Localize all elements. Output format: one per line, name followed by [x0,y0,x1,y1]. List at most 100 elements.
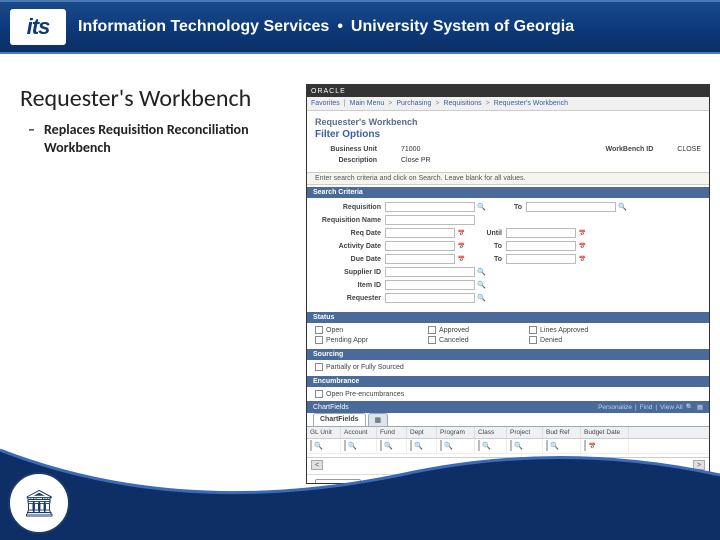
denied-checkbox[interactable] [529,336,537,344]
budget-date-input[interactable] [584,440,586,451]
requisition-name-input[interactable] [385,215,475,225]
budref-input[interactable] [546,440,548,451]
requester-input[interactable] [385,293,475,303]
to-label: To [474,243,506,250]
fund-input[interactable] [380,440,382,451]
slide-bullet: Replaces Requisition Reconciliation Work… [20,121,290,157]
project-input[interactable] [510,440,512,451]
lookup-icon[interactable]: 🔍 [444,442,453,451]
requisition-name-label: Requisition Name [315,217,385,224]
account-input[interactable] [344,440,346,451]
item-id-input[interactable] [385,280,475,290]
open-preencumbrances-checkbox[interactable] [315,390,323,398]
lookup-icon[interactable]: 🔍 [384,442,393,451]
req-date-input[interactable] [385,228,455,238]
calendar-icon[interactable]: 📅 [588,442,597,451]
lookup-icon[interactable]: 🔍 [482,442,491,451]
supplier-id-label: Supplier ID [315,269,385,276]
gl-unit-input[interactable] [310,440,312,451]
viewall-link[interactable]: View All [660,404,683,411]
due-date-to-input[interactable] [506,254,576,264]
to-label: To [494,204,526,211]
canceled-label: Canceled [439,337,469,344]
item-id-label: Item ID [315,282,385,289]
pending-appr-checkbox[interactable] [315,336,323,344]
req-date-until-input[interactable] [506,228,576,238]
calendar-icon[interactable]: 📅 [457,229,466,238]
chartfields-header: ChartFields [313,404,349,411]
breadcrumb[interactable]: Favorites | Main Menu > Purchasing > Req… [307,97,709,111]
partially-sourced-checkbox[interactable] [315,363,323,371]
calendar-icon[interactable]: 📅 [578,229,587,238]
calendar-icon[interactable]: 📅 [578,242,587,251]
canceled-checkbox[interactable] [428,336,436,344]
search-hint: Enter search criteria and click on Searc… [307,172,709,185]
pending-appr-label: Pending Appr [326,337,368,344]
search-criteria-header: Search Criteria [307,187,709,198]
status-header: Status [307,312,709,323]
slide-header: its Information Technology Services•Univ… [0,0,720,54]
search-button[interactable]: Search [315,479,361,484]
lookup-icon[interactable]: 🔍 [414,442,423,451]
building-icon: 🏛 [22,488,55,519]
activity-date-input[interactable] [385,241,455,251]
open-label: Open [326,327,343,334]
activity-date-label: Activity Date [315,243,385,250]
lookup-icon[interactable]: 🔍 [550,442,559,451]
lookup-icon[interactable]: 🔍 [477,281,486,290]
requester-label: Requester [315,295,385,302]
page-title: Requester's Workbench [315,117,701,127]
zoom-icon[interactable]: 🔍 [686,403,694,411]
dept-input[interactable] [410,440,412,451]
calendar-icon[interactable]: 📅 [578,255,587,264]
tab-chartfields[interactable]: ChartFields [313,413,366,426]
workbench-id-value: CLOSE [677,146,701,153]
lookup-icon[interactable]: 🔍 [514,442,523,451]
workbench-id-label: WorkBench ID [606,146,654,153]
lookup-icon[interactable]: 🔍 [477,268,486,277]
breadcrumb-workbench[interactable]: Requester's Workbench [494,100,568,107]
open-checkbox[interactable] [315,326,323,334]
requisition-input[interactable] [385,202,475,212]
breadcrumb-favorites[interactable]: Favorites [311,100,340,107]
calendar-icon[interactable]: 📅 [457,242,466,251]
encumbrance-header: Encumbrance [307,376,709,387]
scroll-right-button[interactable]: > [693,460,705,470]
description-value: Close PR [401,157,431,164]
lookup-icon[interactable]: 🔍 [348,442,357,451]
chartfields-column-headers: GL Unit Account Fund Dept Program Class … [307,427,709,439]
req-date-label: Req Date [315,230,385,237]
personalize-link[interactable]: Personalize [598,404,632,411]
oracle-brand-bar: ORACLE [307,85,709,97]
lookup-icon[interactable]: 🔍 [618,203,627,212]
breadcrumb-mainmenu[interactable]: Main Menu [350,100,385,107]
tab-more[interactable]: ▦ [368,413,389,426]
header-title: Information Technology Services•Universi… [78,18,574,36]
calendar-icon[interactable]: 📅 [457,255,466,264]
activity-date-to-input[interactable] [506,241,576,251]
lines-approved-checkbox[interactable] [529,326,537,334]
lines-approved-label: Lines Approved [540,327,588,334]
return-link[interactable]: Return to Requester's Workbench [381,482,494,484]
requisition-to-input[interactable] [526,202,616,212]
lookup-icon[interactable]: 🔍 [477,294,486,303]
due-date-label: Due Date [315,256,385,263]
supplier-id-input[interactable] [385,267,475,277]
chartfields-row: 🔍 🔍 🔍 🔍 🔍 🔍 🔍 🔍 📅 [307,439,709,454]
approved-checkbox[interactable] [428,326,436,334]
scroll-left-button[interactable]: < [311,460,323,470]
due-date-input[interactable] [385,254,455,264]
breadcrumb-requisitions[interactable]: Requisitions [443,100,481,107]
approved-label: Approved [439,327,469,334]
usg-seal: 🏛 [8,472,70,534]
find-link[interactable]: Find [640,404,653,411]
denied-label: Denied [540,337,562,344]
business-unit-label: Business Unit [315,146,377,153]
class-input[interactable] [478,440,480,451]
business-unit-value: 71000 [401,146,420,153]
breadcrumb-purchasing[interactable]: Purchasing [396,100,431,107]
lookup-icon[interactable]: 🔍 [477,203,486,212]
download-icon[interactable]: ▦ [697,403,703,411]
program-input[interactable] [440,440,442,451]
lookup-icon[interactable]: 🔍 [314,442,323,451]
